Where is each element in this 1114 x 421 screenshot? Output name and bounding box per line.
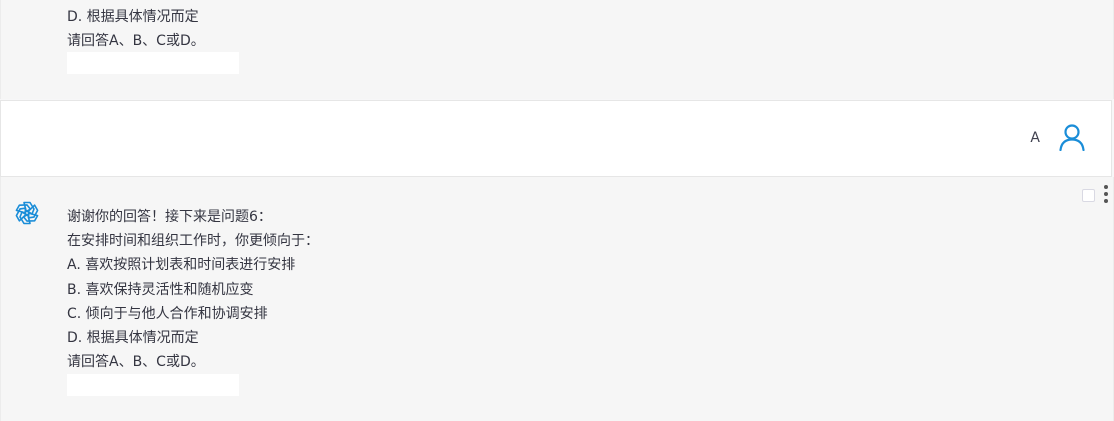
message-line: A. 喜欢按照计划表和时间表进行安排: [67, 257, 296, 274]
message-line: D. 根据具体情况而定: [67, 330, 199, 347]
assistant-message-previous: D. 根据具体情况而定 请回答A、B、C或D。: [0, 0, 1114, 99]
message-line: D. 根据具体情况而定: [67, 9, 199, 25]
chat-thread: D. 根据具体情况而定 请回答A、B、C或D。 A 谢谢你的回答！接下来是问题6…: [0, 0, 1114, 421]
message-line: B. 喜欢保持灵活性和随机应变: [67, 281, 254, 298]
user-message-text: A: [1030, 130, 1040, 146]
assistant-message: 谢谢你的回答！接下来是问题6： 在安排时间和组织工作时，你更倾向于： A. 喜欢…: [0, 177, 1114, 421]
message-text: 谢谢你的回答！接下来是问题6： 在安排时间和组织工作时，你更倾向于： A. 喜欢…: [67, 205, 319, 374]
message-line: C. 倾向于与他人合作和协调安排: [67, 305, 268, 322]
more-options-icon[interactable]: [1103, 185, 1109, 205]
select-message-checkbox[interactable]: [1082, 189, 1095, 202]
message-line: 请回答A、B、C或D。: [67, 33, 205, 49]
hidden-content-block: [67, 52, 239, 74]
user-message: A: [0, 100, 1112, 177]
message-line: 在安排时间和组织工作时，你更倾向于：: [67, 233, 319, 250]
user-icon: [1059, 124, 1085, 151]
message-line: 请回答A、B、C或D。: [67, 354, 205, 371]
openai-logo-icon: [15, 201, 39, 225]
message-line: 谢谢你的回答！接下来是问题6：: [67, 209, 272, 225]
hidden-content-block: [67, 374, 239, 396]
message-text: D. 根据具体情况而定 请回答A、B、C或D。: [67, 5, 205, 53]
